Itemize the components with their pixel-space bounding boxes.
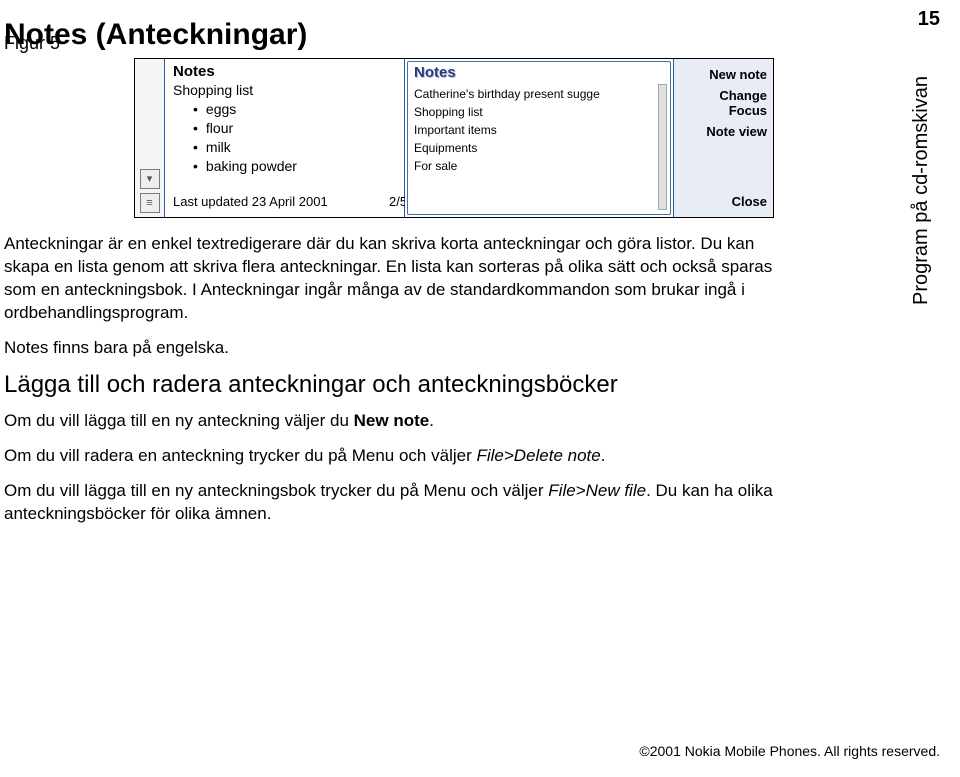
note-detail-pane: Notes Shopping list eggs flour milk baki…: [165, 59, 405, 217]
close-button[interactable]: Close: [680, 194, 767, 209]
notes-list-frame: Notes Catherine's birthday present sugge…: [407, 61, 671, 215]
paragraph: Notes finns bara på engelska.: [4, 336, 804, 359]
note-updated-date: Last updated 23 April 2001: [173, 194, 328, 209]
signal-icon: ≡: [140, 193, 160, 213]
new-note-button[interactable]: New note: [680, 67, 767, 82]
paragraph: Om du vill radera en anteckning trycker …: [4, 444, 804, 467]
list-item[interactable]: Shopping list: [414, 103, 664, 121]
list-item[interactable]: Catherine's birthday present sugge: [414, 85, 664, 103]
copyright-footer: ©2001 Nokia Mobile Phones. All rights re…: [639, 743, 940, 759]
scrollbar[interactable]: [658, 84, 667, 210]
list-item[interactable]: For sale: [414, 157, 664, 175]
list-item: eggs: [193, 100, 394, 119]
menu-path: File>Delete note: [476, 446, 600, 465]
device-status-icons: ▾ ≡: [135, 59, 165, 217]
list-item: baking powder: [193, 157, 394, 176]
list-item[interactable]: Equipments: [414, 139, 664, 157]
device-screenshot: ▾ ≡ Notes Shopping list eggs flour milk …: [134, 58, 774, 218]
keyword-new-note: New note: [354, 411, 430, 430]
notes-list-title: Notes: [414, 64, 664, 81]
note-app-title: Notes: [173, 63, 394, 80]
page-number: 15: [918, 8, 940, 31]
body-text: Anteckningar är en enkel textredigerare …: [4, 232, 804, 537]
menu-path: File>New file: [548, 481, 646, 500]
paragraph: Om du vill lägga till en ny anteckningsb…: [4, 479, 804, 525]
paragraph: Om du vill lägga till en ny anteckning v…: [4, 409, 804, 432]
list-item: milk: [193, 138, 394, 157]
note-body-list: eggs flour milk baking powder: [173, 100, 394, 176]
paragraph: Anteckningar är en enkel textredigerare …: [4, 232, 804, 324]
subheading: Lägga till och radera anteckningar och a…: [4, 371, 804, 399]
change-focus-button[interactable]: Change Focus: [680, 88, 767, 118]
note-footer: Last updated 23 April 2001 2/5: [173, 194, 328, 209]
note-title: Shopping list: [173, 82, 394, 98]
notes-list-pane: Notes Catherine's birthday present sugge…: [405, 59, 673, 217]
side-label-text: Program på cd-romskivan: [910, 76, 933, 305]
antenna-icon: ▾: [140, 169, 160, 189]
figure-label: Figur 5: [4, 33, 60, 54]
list-item: flour: [193, 119, 394, 138]
softkey-menu: New note Change Focus Note view Close: [673, 59, 773, 217]
list-item[interactable]: Important items: [414, 121, 664, 139]
note-view-button[interactable]: Note view: [680, 124, 767, 139]
section-side-label: Program på cd-romskivan: [906, 60, 936, 320]
